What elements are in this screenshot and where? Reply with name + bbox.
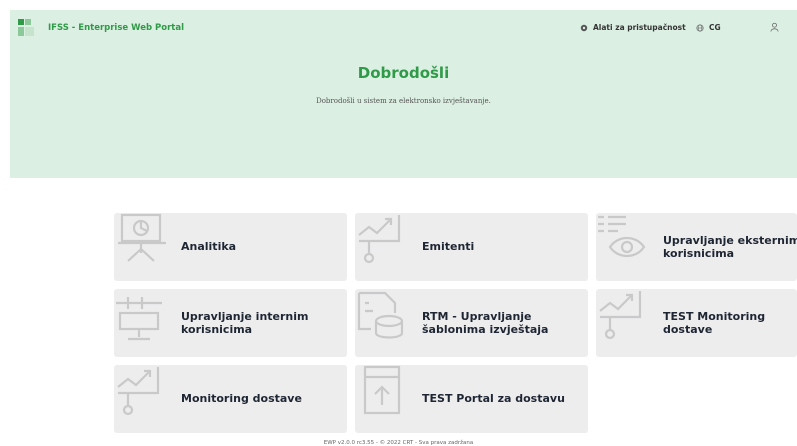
trend-chart-icon bbox=[358, 215, 401, 264]
tile-label: Emitenti bbox=[422, 240, 475, 254]
accessibility-tools-label: Alati za pristupačnost bbox=[593, 23, 686, 32]
tile-label: Analitika bbox=[181, 240, 237, 254]
eye-document-icon bbox=[598, 215, 646, 258]
gear-icon bbox=[580, 24, 588, 31]
language-selector[interactable]: CG bbox=[696, 23, 721, 32]
tile-test-portal[interactable]: TEST Portal za dostavu bbox=[355, 365, 588, 433]
presentation-icon bbox=[118, 213, 166, 262]
tile-analitika[interactable]: Analitika bbox=[114, 213, 347, 281]
app-title[interactable]: IFSS - Enterprise Web Portal bbox=[48, 23, 184, 33]
tile-monitoring[interactable]: Monitoring dostave bbox=[114, 365, 347, 433]
welcome-text: Dobrodošli u sistem za elektronsko izvje… bbox=[316, 97, 491, 105]
welcome-title: Dobrodošli bbox=[357, 64, 450, 82]
footer-text: EWP v2.0.0 rc3.55 - © 2022 CRT - Sva pra… bbox=[323, 440, 474, 446]
upload-icon bbox=[363, 365, 401, 415]
tile-label: Monitoring dostave bbox=[181, 392, 302, 406]
logo-icon[interactable] bbox=[18, 19, 34, 36]
tile-rtm-templates[interactable]: RTM - Upravljanje šablonima izvještaja bbox=[355, 289, 588, 357]
welcome-banner: IFSS - Enterprise Web Portal Alati za pr… bbox=[10, 10, 797, 178]
tile-test-monitoring[interactable]: TEST Monitoring dostave bbox=[596, 289, 797, 357]
monitor-settings-icon bbox=[116, 297, 162, 341]
accessibility-tools-button[interactable]: Alati za pristupačnost bbox=[580, 23, 686, 32]
tile-label: TEST Portal za dostavu bbox=[422, 392, 565, 406]
trend-chart-icon bbox=[117, 367, 160, 416]
tile-external-users[interactable]: Upravljanje eksternim korisnicima bbox=[596, 213, 797, 281]
language-label: CG bbox=[709, 23, 721, 32]
tile-label: TEST Monitoring dostave bbox=[663, 309, 766, 336]
database-document-icon bbox=[357, 291, 404, 339]
tile-label: Upravljanje eksternim korisnicima bbox=[663, 233, 797, 260]
trend-chart-icon bbox=[599, 291, 642, 340]
globe-icon bbox=[696, 23, 704, 32]
top-bar: IFSS - Enterprise Web Portal Alati za pr… bbox=[10, 10, 797, 46]
tile-emitenti[interactable]: Emitenti bbox=[355, 213, 588, 281]
tile-label: Upravljanje internim korisnicima bbox=[181, 309, 309, 336]
tile-label: RTM - Upravljanje šablonima izvještaja bbox=[422, 309, 549, 336]
user-icon[interactable] bbox=[770, 22, 779, 32]
tile-internal-users[interactable]: Upravljanje internim korisnicima bbox=[114, 289, 347, 357]
